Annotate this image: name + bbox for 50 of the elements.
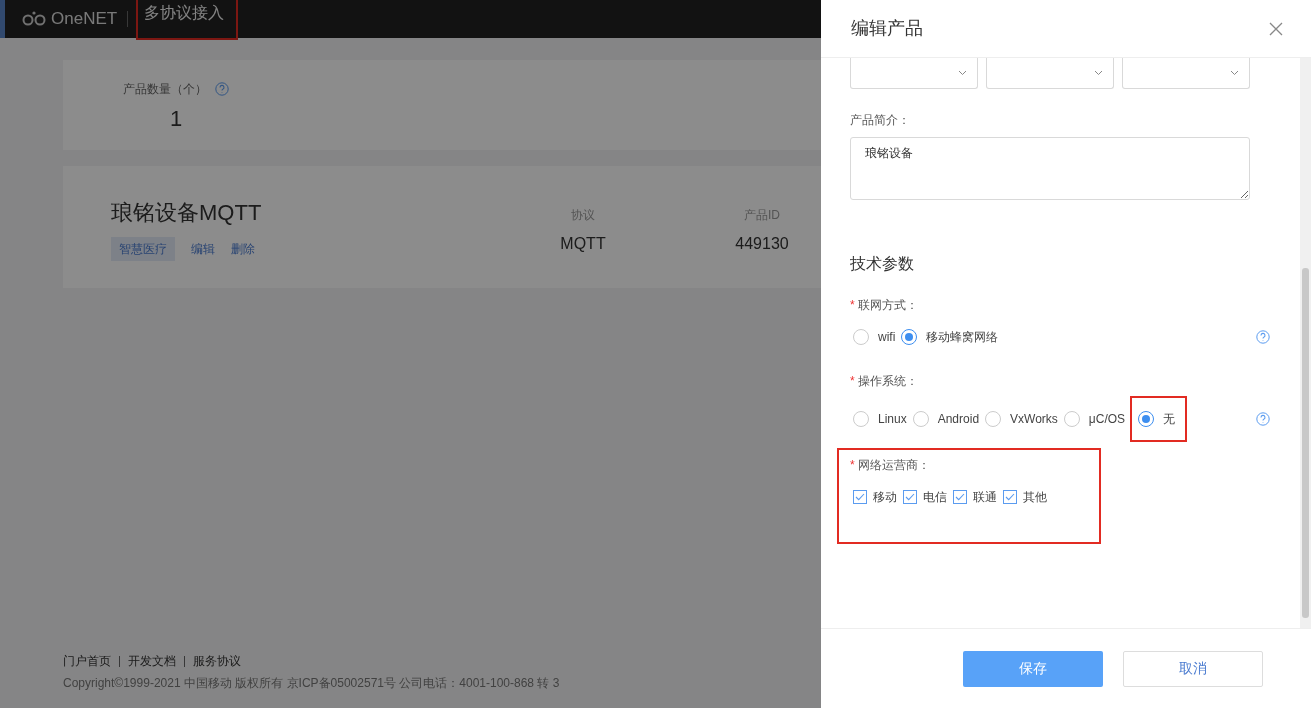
required-mark: * <box>850 372 855 390</box>
page-title: 多协议接入 <box>138 0 237 38</box>
field-value: 449130 <box>735 234 789 254</box>
footer-link[interactable]: 服务协议 <box>193 652 241 670</box>
select-field[interactable] <box>986 58 1114 89</box>
product-name: 琅铭设备MQTT <box>111 199 263 227</box>
required-mark: * <box>850 296 855 314</box>
footer-link[interactable]: 门户首页 <box>63 652 111 670</box>
copyright-text: Copyright©1999-2021 中国移动 版权所有 京ICP备05002571号 公司电话：4001-100-868 转 3 <box>63 675 560 692</box>
logo-text: OneNET <box>51 8 118 31</box>
caret-icon <box>958 70 967 76</box>
checkbox-option[interactable]: 电信 <box>900 481 950 512</box>
required-mark: * <box>850 456 855 474</box>
select-field[interactable] <box>850 58 978 89</box>
radio-option[interactable]: μC/OS <box>1060 403 1129 434</box>
radio-option[interactable]: Linux <box>850 403 910 434</box>
help-icon[interactable] <box>215 82 229 96</box>
caret-icon <box>1230 70 1239 76</box>
check-icon <box>955 492 965 501</box>
stat-label: 产品数量（个） <box>123 81 207 98</box>
close-icon[interactable] <box>1269 21 1283 36</box>
field-value: MQTT <box>560 234 606 254</box>
radio-option[interactable]: Android <box>909 403 983 434</box>
check-icon <box>855 492 865 501</box>
help-icon[interactable] <box>1256 329 1270 344</box>
stat-value: 1 <box>169 105 183 133</box>
checkbox-option[interactable]: 其他 <box>1000 481 1050 512</box>
field-label: 联网方式： <box>857 296 918 314</box>
footer-link[interactable]: 开发文档 <box>128 652 176 670</box>
description-field[interactable]: 琅铭设备 <box>850 137 1250 200</box>
checkbox-option[interactable]: 移动 <box>850 481 900 512</box>
field-label: 操作系统： <box>857 372 918 390</box>
radio-option[interactable]: 无 <box>1132 397 1186 440</box>
help-icon[interactable] <box>1256 411 1270 426</box>
logo-icon <box>22 11 48 27</box>
product-tag: 智慧医疗 <box>111 237 175 261</box>
check-icon <box>1005 492 1015 501</box>
radio-option[interactable]: VxWorks <box>982 403 1061 434</box>
radio-option[interactable]: 移动蜂窝网络 <box>898 321 1002 352</box>
checkbox-option[interactable]: 联通 <box>950 481 1000 512</box>
radio-option[interactable]: wifi <box>850 321 899 352</box>
caret-icon <box>1094 70 1103 76</box>
section-title: 技术参数 <box>850 253 915 274</box>
field-label: 产品简介： <box>850 112 911 129</box>
select-field[interactable] <box>1122 58 1250 89</box>
drawer-title: 编辑产品 <box>851 17 923 40</box>
field-label: 网络运营商： <box>857 456 930 474</box>
cancel-button[interactable]: 取消 <box>1123 650 1263 687</box>
check-icon <box>905 492 915 501</box>
scrollbar[interactable] <box>1300 58 1311 628</box>
